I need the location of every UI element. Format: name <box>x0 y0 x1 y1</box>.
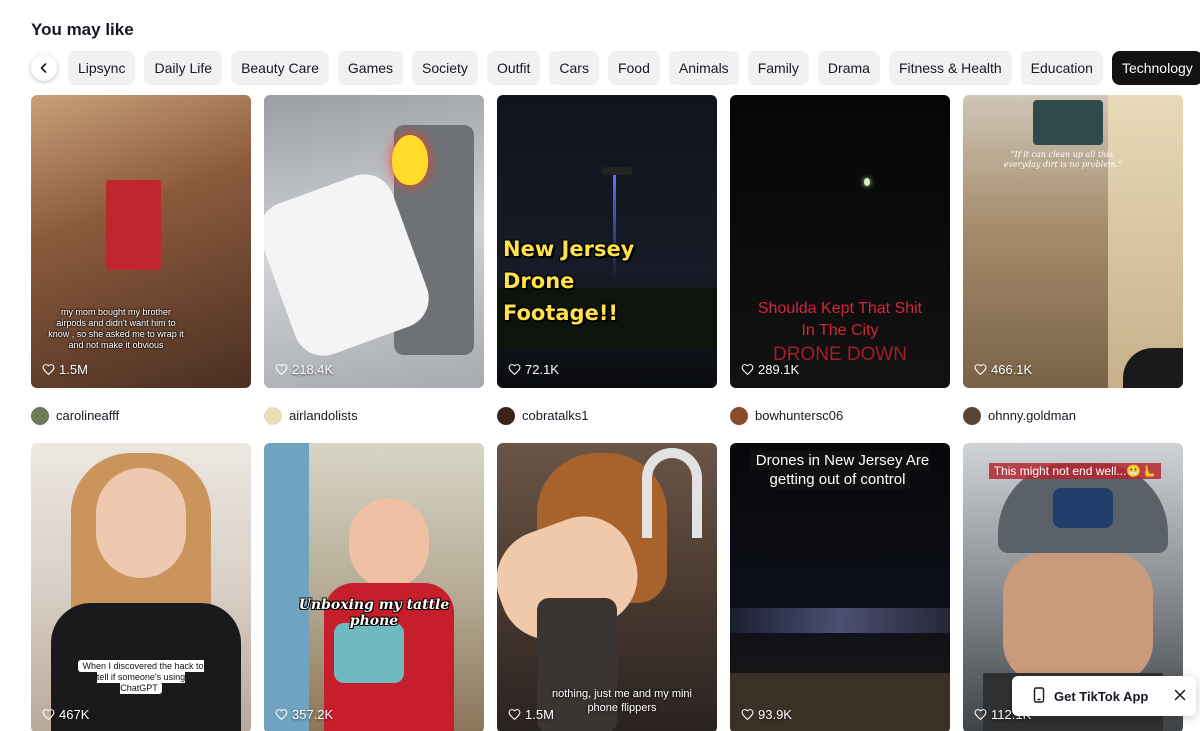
video-thumbnail[interactable]: Drones in New Jersey Are getting out of … <box>730 443 950 731</box>
video-thumbnail[interactable]: New Jersey Drone Footage!! 72.1K <box>497 95 717 388</box>
video-caption: my mom bought my brother airpods and did… <box>48 307 184 350</box>
chip-fitness-health[interactable]: Fitness & Health <box>888 51 1012 85</box>
phone-icon <box>1032 686 1046 706</box>
section-title: You may like <box>31 20 134 39</box>
heart-outline-icon <box>741 709 754 721</box>
author-link[interactable]: airlandolists <box>264 388 484 443</box>
chip-lipsync[interactable]: Lipsync <box>68 51 136 85</box>
chip-technology[interactable]: Technology <box>1111 51 1200 85</box>
like-count: 466.1K <box>974 362 1032 377</box>
video-caption: This might not end well...😬🫷 <box>988 463 1162 479</box>
video-card[interactable]: “If it can clean up all this, everyday d… <box>963 95 1183 443</box>
video-card[interactable]: Drones in New Jersey Are getting out of … <box>730 443 950 731</box>
video-thumbnail[interactable]: 218.4K <box>264 95 484 388</box>
chip-education[interactable]: Education <box>1020 51 1103 85</box>
video-card[interactable]: Unboxing my tattle phone 357.2K <box>264 443 484 731</box>
heart-outline-icon <box>508 709 521 721</box>
chip-family[interactable]: Family <box>747 51 809 85</box>
get-app-label[interactable]: Get TikTok App <box>1054 689 1166 704</box>
avatar <box>497 406 515 425</box>
video-caption: Drones in New Jersey Are getting out of … <box>750 451 930 489</box>
like-count: 1.5M <box>508 707 554 722</box>
close-icon[interactable] <box>1174 689 1186 704</box>
video-thumbnail[interactable]: “If it can clean up all this, everyday d… <box>963 95 1183 388</box>
video-thumbnail[interactable]: Unboxing my tattle phone 357.2K <box>264 443 484 731</box>
heart-outline-icon <box>508 364 521 376</box>
chip-society[interactable]: Society <box>412 51 478 85</box>
category-chips: Lipsync Daily Life Beauty Care Games Soc… <box>31 51 1200 85</box>
chip-drama[interactable]: Drama <box>817 51 880 85</box>
like-count: 1.5M <box>42 362 88 377</box>
chip-beauty-care[interactable]: Beauty Care <box>231 51 329 85</box>
heart-outline-icon <box>275 364 288 376</box>
video-caption: Unboxing my tattle phone <box>298 597 450 629</box>
video-caption: Shoulda Kept That Shit In The City <box>757 300 923 339</box>
author-link[interactable]: bowhuntersc06 <box>730 388 950 443</box>
like-count: 72.1K <box>508 362 559 377</box>
video-card[interactable]: When I discovered the hack to tell if so… <box>31 443 251 731</box>
avatar <box>264 406 282 425</box>
video-card[interactable]: New Jersey Drone Footage!! 72.1K cobrata… <box>497 95 717 443</box>
video-grid: my mom bought my brother airpods and did… <box>31 95 1183 731</box>
like-count: 467K <box>42 707 89 722</box>
video-thumbnail[interactable]: When I discovered the hack to tell if so… <box>31 443 251 731</box>
chip-games[interactable]: Games <box>337 51 404 85</box>
chevron-left-icon[interactable] <box>31 55 57 81</box>
video-thumbnail[interactable]: nothing, just me and my mini phone flipp… <box>497 443 717 731</box>
heart-outline-icon <box>741 364 754 376</box>
heart-outline-icon <box>42 364 55 376</box>
video-card[interactable]: 218.4K airlandolists <box>264 95 484 443</box>
video-caption: “If it can clean up all this, everyday d… <box>1003 150 1123 169</box>
video-caption: When I discovered the hack to tell if so… <box>78 660 204 694</box>
chip-animals[interactable]: Animals <box>668 51 739 85</box>
video-thumbnail[interactable]: Shoulda Kept That Shit In The City DRONE… <box>730 95 950 388</box>
like-count: 357.2K <box>275 707 333 722</box>
avatar <box>963 406 981 425</box>
get-app-banner[interactable]: Get TikTok App <box>1012 676 1196 716</box>
chip-food[interactable]: Food <box>607 51 660 85</box>
video-caption: New Jersey Drone Footage!! <box>503 237 635 325</box>
video-card[interactable]: nothing, just me and my mini phone flipp… <box>497 443 717 731</box>
like-count: 93.9K <box>741 707 792 722</box>
like-count: 289.1K <box>741 362 799 377</box>
like-count: 218.4K <box>275 362 333 377</box>
video-thumbnail[interactable]: my mom bought my brother airpods and did… <box>31 95 251 388</box>
chip-daily-life[interactable]: Daily Life <box>144 51 223 85</box>
author-link[interactable]: carolineafff <box>31 388 251 443</box>
video-card[interactable]: my mom bought my brother airpods and did… <box>31 95 251 443</box>
video-card[interactable]: Shoulda Kept That Shit In The City DRONE… <box>730 95 950 443</box>
avatar <box>31 406 49 425</box>
author-link[interactable]: ohnny.goldman <box>963 388 1183 443</box>
heart-outline-icon <box>275 709 288 721</box>
author-link[interactable]: cobratalks1 <box>497 388 717 443</box>
heart-outline-icon <box>974 709 987 721</box>
heart-outline-icon <box>974 364 987 376</box>
video-caption: nothing, just me and my mini phone flipp… <box>551 688 692 714</box>
heart-outline-icon <box>42 709 55 721</box>
chip-cars[interactable]: Cars <box>549 51 599 85</box>
chip-outfit[interactable]: Outfit <box>486 51 541 85</box>
avatar <box>730 406 748 425</box>
